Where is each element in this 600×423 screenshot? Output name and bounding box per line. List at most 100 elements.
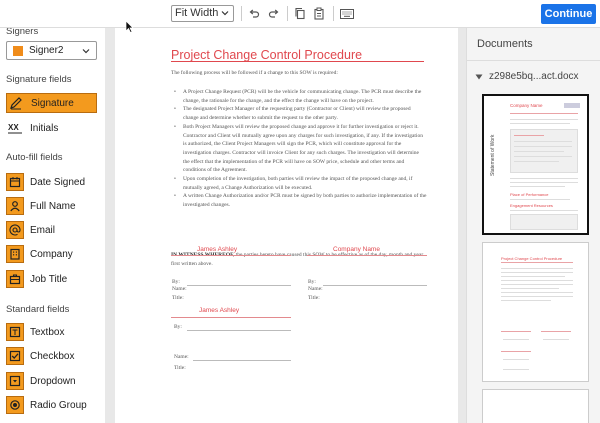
thumbnail-rule — [510, 199, 570, 200]
list-item: A written Change Authorization and/or PC… — [171, 192, 427, 209]
redo-icon — [268, 9, 279, 18]
field-label: Job Title — [30, 273, 68, 285]
document-title: Project Change Control Procedure — [171, 48, 363, 62]
redo-button[interactable] — [266, 5, 282, 22]
chevron-down-icon — [221, 11, 229, 16]
field-company[interactable]: Company — [6, 244, 97, 264]
thumbnail-section-heading: Place of Performance — [510, 192, 549, 197]
zoom-select[interactable]: Fit Width — [171, 5, 234, 22]
thumbnail-logo — [564, 103, 580, 108]
signature-line — [171, 255, 291, 256]
undo-button[interactable] — [246, 5, 262, 22]
form-line — [187, 330, 291, 331]
thumbnail-rule — [543, 339, 569, 340]
thumbnail-section-heading: Engagement Resources — [510, 203, 553, 208]
field-radio-group[interactable]: Radio Group — [6, 395, 97, 415]
svg-text:XX: XX — [8, 123, 19, 132]
list-item: Upon completion of the investigation, bo… — [171, 175, 427, 192]
thumbnail-rule — [501, 292, 573, 293]
chevron-down-icon — [82, 49, 90, 54]
copy-icon — [295, 7, 305, 20]
signer-color-swatch — [13, 46, 23, 56]
title-label-2: Title: — [308, 295, 320, 301]
field-label: Checkbox — [30, 350, 75, 362]
signature-field-name-2[interactable]: James Ashley — [199, 307, 239, 314]
clipboard-icon — [314, 7, 324, 20]
thumbnail-rule — [501, 284, 573, 285]
dropdown-icon — [6, 372, 24, 390]
document-file-name: z298e5bq...act.docx — [489, 71, 579, 82]
toolbar-divider — [287, 6, 288, 21]
document-file-row[interactable]: z298e5bq...act.docx — [475, 71, 579, 82]
keyboard-button[interactable] — [338, 5, 355, 22]
thumbnail-rule — [501, 280, 573, 281]
checkbox-icon — [6, 347, 24, 365]
form-line — [193, 360, 291, 361]
document-canvas[interactable]: Project Change Control Procedure The fol… — [105, 28, 466, 423]
initials-icon: XX — [6, 119, 24, 137]
building-icon — [6, 245, 24, 263]
field-label: Email — [30, 224, 56, 236]
signature-field-name-1[interactable]: James Ashley — [197, 246, 237, 253]
thumbnail-rule — [510, 123, 570, 124]
zoom-select-value: Fit Width — [175, 7, 219, 19]
field-label: Textbox — [30, 326, 65, 338]
signer-select[interactable]: Signer2 — [6, 41, 97, 60]
keyboard-icon — [339, 8, 354, 19]
panel-divider — [467, 60, 600, 61]
copy-button[interactable] — [292, 5, 308, 22]
thumbnail-rule — [503, 339, 529, 340]
by-label-2: By: — [308, 279, 316, 285]
thumbnail-rule — [501, 296, 573, 297]
thumbnail-rule — [503, 369, 529, 370]
field-label: Date Signed — [30, 176, 86, 188]
field-signature[interactable]: Signature — [6, 93, 97, 113]
field-job-title[interactable]: Job Title — [6, 269, 97, 289]
field-date-signed[interactable]: Date Signed — [6, 172, 97, 192]
calendar-icon — [6, 173, 24, 191]
field-email[interactable]: Email — [6, 220, 97, 240]
name-label-2: Name: — [308, 286, 323, 292]
thumbnail-rule — [501, 276, 565, 277]
witness-paragraph: IN WITNESS WHEREOF, the parties hereto h… — [171, 251, 427, 268]
radio-icon — [6, 396, 24, 414]
thumbnail-rule — [510, 119, 578, 120]
thumbnail-side-text: Statement of Work — [490, 134, 496, 176]
thumbnail-box — [510, 214, 578, 230]
chevron-down-icon — [475, 74, 483, 79]
thumbnail-rule — [514, 151, 564, 152]
title-label-3: Title: — [174, 365, 186, 371]
thumbnail-rule — [501, 331, 531, 332]
list-item: A Project Change Request (PCR) will be t… — [171, 88, 427, 105]
field-label: Company — [30, 248, 73, 260]
thumbnail-rule — [501, 268, 573, 269]
continue-button[interactable]: Continue — [541, 4, 596, 24]
title-label-1: Title: — [172, 295, 184, 301]
documents-title: Documents — [477, 38, 533, 50]
name-label-1: Name: — [172, 286, 187, 292]
page-thumbnail-1[interactable]: Statement of Work Company Name Place of … — [482, 94, 589, 235]
thumbnail-rule — [510, 113, 578, 114]
field-checkbox[interactable]: Checkbox — [6, 346, 97, 366]
documents-panel: Documents z298e5bq...act.docx Statement … — [466, 28, 600, 423]
person-icon — [6, 197, 24, 215]
page-thumbnail-2[interactable]: Project Change Control Procedure — [482, 242, 589, 382]
fields-sidebar: Signers Signer2 Signature fields Signatu… — [0, 0, 105, 423]
textbox-icon — [6, 323, 24, 341]
field-dropdown[interactable]: Dropdown — [6, 371, 97, 391]
list-item: The designated Project Manager of the re… — [171, 105, 427, 122]
title-underline — [171, 61, 424, 62]
field-label: Dropdown — [30, 375, 76, 387]
document-page[interactable]: Project Change Control Procedure The fol… — [115, 28, 458, 423]
field-initials[interactable]: XX Initials — [6, 118, 97, 138]
field-full-name[interactable]: Full Name — [6, 196, 97, 216]
paste-button[interactable] — [311, 5, 327, 22]
signature-field-company[interactable]: Company Name — [333, 246, 380, 253]
thumbnail-rule — [514, 135, 544, 136]
page-thumbnail-3[interactable] — [482, 389, 589, 423]
form-line — [187, 285, 291, 286]
thumbnail-rule — [514, 161, 559, 162]
field-label: Full Name — [30, 200, 76, 212]
signer-select-value: Signer2 — [29, 45, 64, 56]
field-textbox[interactable]: Textbox — [6, 322, 97, 342]
